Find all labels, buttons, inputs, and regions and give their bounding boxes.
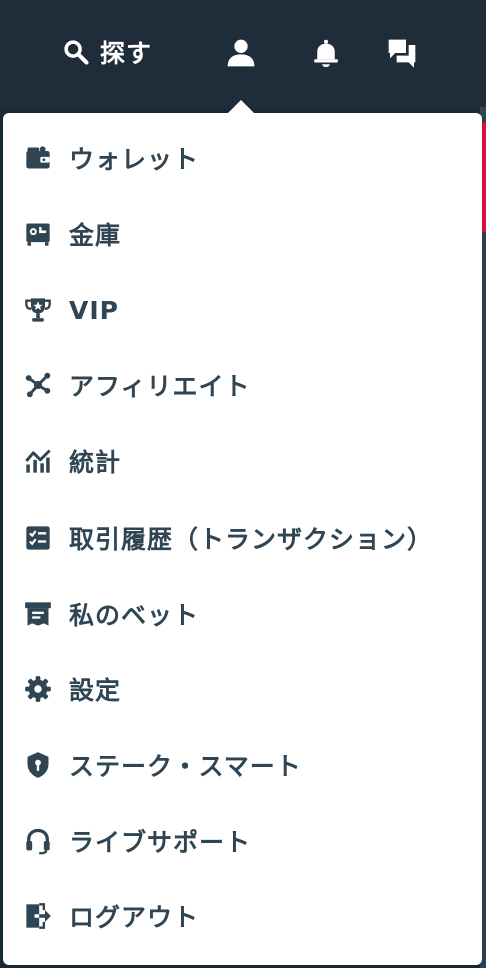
wallet-icon	[23, 143, 53, 173]
search-label: 探す	[100, 39, 153, 68]
menu-item-logout[interactable]: ログアウト	[3, 886, 482, 946]
chat-button[interactable]	[385, 36, 419, 70]
menu-item-vip[interactable]: VIP	[3, 280, 482, 340]
search-button[interactable]: 探す	[62, 36, 152, 68]
menu-item-label: 設定	[69, 676, 122, 705]
stats-chart-icon	[23, 446, 53, 476]
menu-item-settings[interactable]: 設定	[3, 659, 482, 719]
user-profile-button[interactable]	[224, 36, 258, 70]
background-accent	[482, 122, 486, 232]
menu-item-label: ライブサポート	[69, 828, 252, 857]
checklist-icon	[23, 523, 53, 553]
menu-item-wallet[interactable]: ウォレット	[3, 128, 482, 188]
menu-item-label: ログアウト	[69, 903, 200, 932]
menu-item-my-bets[interactable]: 私のベット	[3, 584, 482, 644]
menu-item-label: アフィリエイト	[69, 372, 251, 401]
bell-icon	[311, 37, 341, 69]
menu-item-label: ウォレット	[69, 145, 200, 174]
dropdown-caret	[228, 100, 254, 113]
logout-icon	[23, 901, 53, 931]
network-icon	[23, 370, 53, 400]
menu-item-label: 統計	[69, 448, 122, 477]
gear-icon	[23, 674, 53, 704]
search-icon	[62, 38, 90, 66]
chat-icon	[386, 37, 418, 69]
trophy-icon	[23, 295, 53, 325]
menu-item-stake-smart[interactable]: ステーク・スマート	[3, 735, 482, 795]
menu-item-label: ステーク・スマート	[69, 752, 302, 781]
user-icon	[225, 37, 257, 69]
menu-item-vault[interactable]: 金庫	[3, 204, 482, 264]
user-dropdown-menu: ウォレット 金庫 VIP アフィリエイト 統計 取引履歴（トランザクション） 私…	[3, 113, 482, 965]
menu-item-transactions[interactable]: 取引履歴（トランザクション）	[3, 508, 482, 568]
bet-slip-icon	[23, 599, 53, 629]
headset-icon	[23, 826, 53, 856]
safe-icon	[23, 219, 53, 249]
menu-item-affiliate[interactable]: アフィリエイト	[3, 355, 482, 415]
notifications-button[interactable]	[309, 36, 343, 70]
top-navigation-bar: 探す	[0, 0, 486, 107]
menu-item-label: 私のベット	[69, 601, 200, 630]
menu-item-statistics[interactable]: 統計	[3, 431, 482, 491]
menu-item-label: VIP	[69, 295, 119, 325]
menu-item-label: 取引履歴（トランザクション）	[69, 525, 434, 554]
shield-icon	[23, 750, 53, 780]
menu-item-live-support[interactable]: ライブサポート	[3, 811, 482, 871]
menu-item-label: 金庫	[69, 221, 122, 250]
